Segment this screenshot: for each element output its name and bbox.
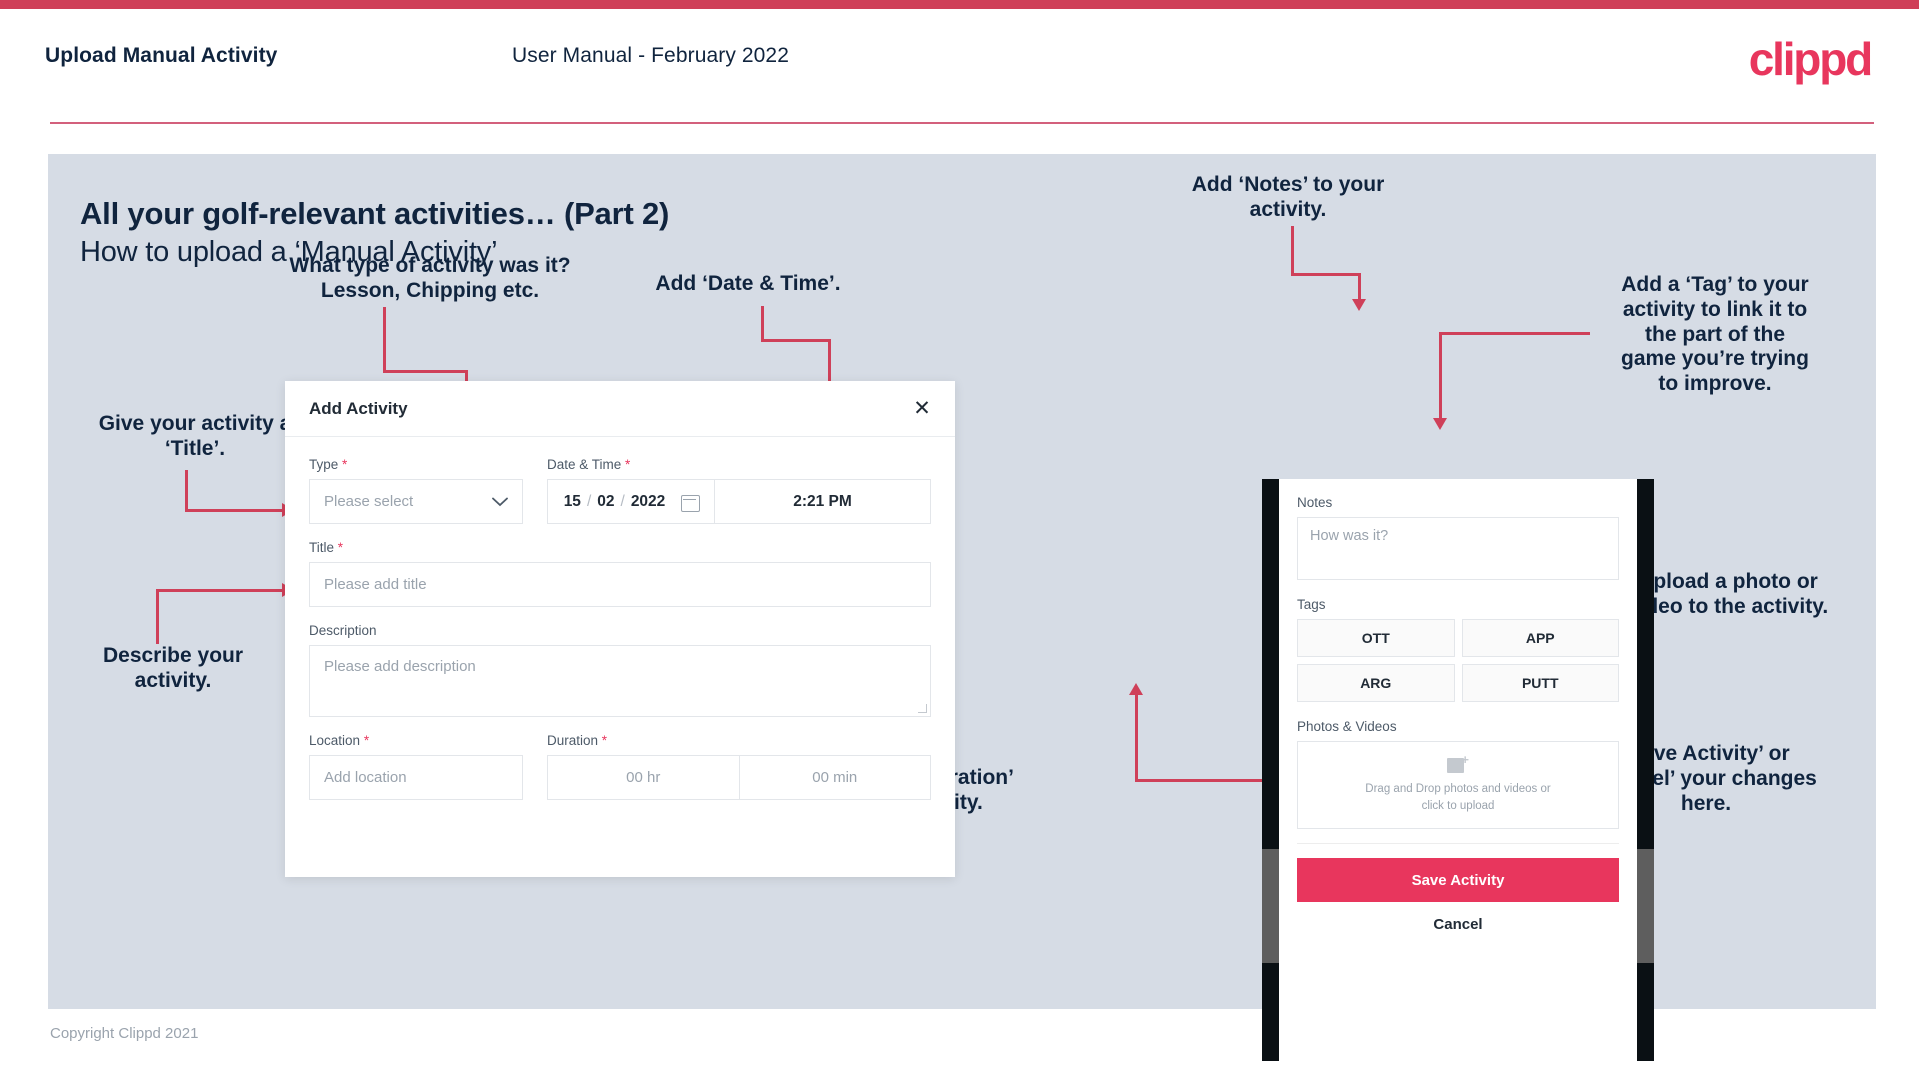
phone-side-button-left <box>1262 849 1279 963</box>
date-separator-2: / <box>620 492 625 510</box>
annotation-description-line-h <box>156 589 286 592</box>
annotation-tag-line-v <box>1439 332 1442 420</box>
phone-screen: Notes How was it? Tags OTT APP ARG PUTT … <box>1279 479 1637 1061</box>
row-location-duration: Location * Add location Duration * 00 hr… <box>309 733 931 816</box>
top-accent-bar <box>0 0 1919 9</box>
annotation-datetime-line-h <box>761 339 831 342</box>
date-month: 02 <box>597 492 615 510</box>
annotation-notes-line-v1 <box>1291 226 1294 276</box>
title-label: Title * <box>309 540 344 555</box>
description-textarea[interactable]: Please add description <box>309 645 931 717</box>
page-title: Upload Manual Activity <box>45 44 278 67</box>
tag-app[interactable]: APP <box>1461 619 1619 657</box>
datetime-required-marker: * <box>625 457 631 472</box>
title-input[interactable]: Please add title <box>309 562 931 607</box>
dropzone-line-2: click to upload <box>1421 800 1495 812</box>
tag-ott[interactable]: OTT <box>1297 619 1455 657</box>
field-duration: Duration * 00 hr 00 min <box>547 733 931 800</box>
cancel-button[interactable]: Cancel <box>1297 916 1619 933</box>
annotation-tag-line-h1 <box>1526 332 1590 335</box>
date-day: 15 <box>563 492 581 510</box>
notes-label: Notes <box>1297 495 1333 510</box>
annotation-tag-line-h2 <box>1439 332 1529 335</box>
type-select[interactable]: Please select <box>309 479 523 524</box>
phone-bezel-left <box>1262 479 1279 1061</box>
datetime-label: Date & Time * <box>547 457 631 472</box>
annotation-datetime: Add ‘Date & Time’. <box>655 272 841 295</box>
field-type: Type * Please select <box>309 457 523 524</box>
annotation-datetime-line-v1 <box>761 306 764 341</box>
location-required-marker: * <box>363 733 370 748</box>
tag-putt[interactable]: PUTT <box>1461 664 1619 702</box>
field-title: Title * Please add title <box>309 540 931 607</box>
annotation-description: Describe your activity. <box>102 644 244 692</box>
row-type-datetime: Type * Please select Date & Time * 15 / … <box>309 457 931 540</box>
time-input[interactable]: 2:21 PM <box>715 479 931 524</box>
dialog-header: Add Activity ✕ <box>285 381 955 437</box>
duration-group: 00 hr 00 min <box>547 755 931 800</box>
slide-page: Upload Manual Activity User Manual - Feb… <box>0 0 1919 1079</box>
location-input[interactable]: Add location <box>309 755 523 800</box>
dropzone-line-1: Drag and Drop photos and videos or <box>1365 783 1551 796</box>
slide-heading: All your golf-relevant activities… (Part… <box>80 196 670 231</box>
add-activity-dialog: Add Activity ✕ Type * Please select Date… <box>285 381 955 877</box>
slide-canvas: All your golf-relevant activities… (Part… <box>48 154 1876 1061</box>
calendar-icon[interactable] <box>681 493 701 512</box>
annotation-type-line-h <box>383 370 468 373</box>
photos-videos-label: Photos & Videos <box>1297 719 1397 734</box>
annotation-notes-line-v2 <box>1358 273 1361 301</box>
type-label: Type * <box>309 457 348 472</box>
annotation-description-line-v <box>156 589 159 644</box>
duration-required-marker: * <box>601 733 608 748</box>
dropzone-text: Drag and Drop photos and videos or click… <box>1365 781 1550 814</box>
location-label: Location * <box>309 733 370 748</box>
phone-divider <box>1297 843 1619 844</box>
field-description: Description Please add description <box>309 623 931 717</box>
annotation-title-field: Give your activity a ‘Title’. <box>98 412 292 460</box>
annotation-title-line-h <box>185 509 285 512</box>
field-datetime: Date & Time * 15 / 02 / 2022 2:21 PM <box>547 457 931 524</box>
annotation-notes-line-h <box>1291 273 1361 276</box>
date-year: 2022 <box>630 492 666 510</box>
duration-minutes-input[interactable]: 00 min <box>739 755 931 800</box>
clippd-logo: clippd <box>1748 33 1873 85</box>
copyright-footer: Copyright Clippd 2021 <box>50 1025 199 1042</box>
annotation-save-arrowhead <box>1129 683 1143 695</box>
title-required-marker: * <box>337 540 344 555</box>
dialog-body: Type * Please select Date & Time * 15 / … <box>285 437 955 816</box>
type-select-value: Please select <box>324 493 414 510</box>
dialog-title: Add Activity <box>309 399 408 418</box>
duration-hours-input[interactable]: 00 hr <box>547 755 740 800</box>
annotation-save-line-v <box>1135 693 1138 781</box>
phone-bezel-right <box>1637 479 1654 1061</box>
add-image-icon: + <box>1447 753 1469 774</box>
description-label: Description <box>309 623 377 638</box>
annotation-tag: Add a ‘Tag’ to your activity to link it … <box>1621 273 1809 396</box>
annotation-type-line-v1 <box>383 307 386 372</box>
datetime-group: 15 / 02 / 2022 2:21 PM <box>547 479 931 524</box>
header-divider <box>50 122 1874 124</box>
annotation-tag-arrowhead <box>1433 418 1447 430</box>
save-activity-button[interactable]: Save Activity <box>1297 858 1619 902</box>
annotation-type: What type of activity was it? Lesson, Ch… <box>289 254 571 302</box>
close-icon[interactable]: ✕ <box>909 395 935 421</box>
notes-textarea[interactable]: How was it? <box>1297 517 1619 580</box>
date-separator-1: / <box>586 492 592 510</box>
chevron-down-icon <box>492 494 508 510</box>
date-input[interactable]: 15 / 02 / 2022 <box>547 479 715 524</box>
phone-side-button-right <box>1637 849 1654 963</box>
duration-label: Duration * <box>547 733 608 748</box>
type-required-marker: * <box>342 457 348 472</box>
phone-mockup: Notes How was it? Tags OTT APP ARG PUTT … <box>1262 479 1654 1061</box>
photo-dropzone[interactable]: + Drag and Drop photos and videos or cli… <box>1297 741 1619 829</box>
annotation-title-line-v <box>185 470 188 512</box>
tag-arg[interactable]: ARG <box>1297 664 1455 702</box>
field-location: Location * Add location <box>309 733 523 800</box>
header-subtitle: User Manual - February 2022 <box>512 44 789 67</box>
tags-grid: OTT APP ARG PUTT <box>1297 619 1619 702</box>
annotation-notes-arrowhead <box>1352 299 1366 311</box>
annotation-notes: Add ‘Notes’ to your activity. <box>1191 173 1385 221</box>
tags-label: Tags <box>1297 597 1326 612</box>
